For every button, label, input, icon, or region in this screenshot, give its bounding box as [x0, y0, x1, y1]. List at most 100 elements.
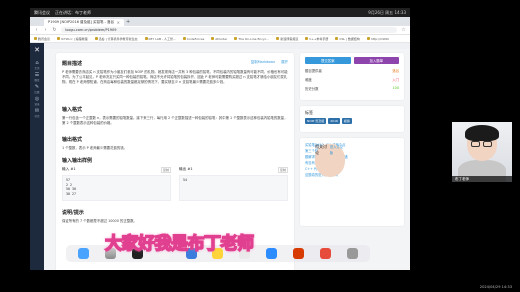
folder-icon — [366, 37, 370, 40]
discussion-title: 相关讨论 — [315, 144, 327, 155]
sidebar-item[interactable]: ☰ 题库 — [30, 72, 44, 84]
output-text: 1 个整数，表示 P 老师最少需要花费的钱。 — [62, 146, 128, 150]
bookmark-label: 洛谷 | 计算机科学教育新生态 — [98, 36, 138, 41]
bookmark-item[interactable]: KEY LAB - 人工智... — [144, 36, 176, 41]
sample-input: 输入 #1 复制 57 2 2 50 30 30 27 — [62, 167, 171, 201]
browser-tab-strip: P1909 [NOIP2016 普及组] 买铅笔 - 洛谷 × + — [30, 17, 410, 26]
luogu-sidebar: ✕ ⌂ 主页 ☰ 题库 ✎ 比赛 ◎ 记录 ✉ 讨论 — [30, 43, 44, 270]
desc-text: P 老师需要去商店买 n 支铅笔作为小朋友们参加 NOIP 的礼物。她发现商店一… — [62, 70, 288, 84]
bookmark-label: http://CSDN — [370, 36, 389, 41]
folder-icon — [182, 37, 186, 40]
bookmark-item[interactable]: The On-Line Encyc... — [234, 37, 269, 41]
webcam-name: 布丁老师 — [452, 176, 512, 183]
webcam-feed — [452, 122, 512, 182]
folder-icon — [305, 37, 309, 40]
tag-badge[interactable]: 2016 — [328, 118, 340, 124]
bookmark-item[interactable]: CSL | 数据结构 — [335, 37, 360, 41]
sidebar-item-label: 比赛 — [34, 91, 40, 94]
bookmark-item[interactable]: C++参考手册 — [305, 37, 328, 41]
tag-badge[interactable]: NOIP 普及组 — [305, 118, 327, 124]
sidebar-item[interactable]: ⌂ 主页 — [30, 60, 44, 72]
submit-button[interactable]: 提交答案 — [305, 57, 351, 64]
url-field[interactable]: luogu.com.cn/problem/P1909 — [61, 27, 397, 33]
meeting-speaker: 正在讲话：布丁老师 — [55, 9, 91, 15]
bookmark-label: CodeForces — [186, 36, 205, 41]
meeting-icon[interactable] — [266, 248, 278, 259]
sidebar-item-label: 题库 — [34, 79, 40, 82]
folder-icon — [211, 37, 215, 40]
bookmark-item[interactable]: ICTW.cc | 编程教程 — [57, 37, 88, 41]
tags-card: 标签 NOIP 普及组 2016 模拟 — [300, 106, 404, 132]
sidebar-item[interactable]: ✎ 比赛 — [30, 84, 44, 96]
sample-output-label: 输出 #1 — [179, 167, 193, 171]
meeting-clock: 9月26日 周五 14:33 — [368, 9, 406, 15]
folder-icon — [144, 37, 148, 40]
hint-title: 说明/提示 — [62, 210, 84, 216]
star-icon[interactable]: ☆ — [401, 27, 406, 33]
uploader-value[interactable]: 洛谷 — [392, 68, 399, 73]
address-bar-row: ‹ › ↻ luogu.com.cn/problem/P1909 ☆ — [30, 26, 410, 35]
uploader-label: 题目提供者 — [305, 69, 322, 73]
samples-title: 输入输出样例 — [62, 158, 93, 164]
tag-badge[interactable]: 模拟 — [341, 118, 352, 124]
new-tab-icon[interactable]: + — [126, 19, 130, 26]
tab-title: P1909 [NOIP2016 普及组] 买铅笔 - 洛谷 — [48, 20, 114, 24]
sidebar-item[interactable]: ◎ 记录 — [30, 96, 44, 108]
history-score: 100 — [392, 86, 399, 90]
luogu-logo-icon[interactable]: ✕ — [33, 46, 41, 54]
folder-icon — [94, 37, 98, 40]
bookmark-label: C++参考手册 — [309, 36, 329, 41]
output-title: 输出格式 — [62, 137, 83, 143]
tags-title: 标签 — [305, 110, 313, 115]
bookmark-item[interactable]: 新浪博客频道 — [276, 37, 298, 41]
bookmark-label: 新浪博客频道 — [280, 36, 299, 41]
bookmarks-bar: 腾讯会议 ICTW.cc | 编程教程 洛谷 | 计算机科学教育新生态 KEY LAB… — [30, 35, 410, 43]
bookmark-item[interactable]: CodeForces — [182, 36, 205, 41]
sample-input-label: 输入 #1 — [62, 167, 76, 171]
bookmark-label: KEY LAB - 人工智... — [148, 36, 176, 41]
browser-tab[interactable]: P1909 [NOIP2016 普及组] 买铅笔 - 洛谷 × — [44, 19, 124, 26]
difficulty-label: 难度 — [305, 78, 312, 82]
finder-icon[interactable] — [77, 248, 89, 259]
discussion-card: 相关讨论进入讨论版 买铅笔为什么 WA 了两个点第三个样例怎么过题解求助：为什么… — [300, 138, 404, 226]
folder-icon — [276, 37, 280, 40]
folder-icon — [335, 37, 339, 40]
back-icon[interactable]: ‹ — [34, 27, 39, 33]
close-icon[interactable]: × — [117, 20, 120, 25]
copy-output-button[interactable]: 复制 — [277, 167, 288, 173]
sidebar-item[interactable]: ✉ 讨论 — [30, 108, 44, 120]
folder-icon — [57, 37, 61, 40]
bookmark-label: AtCoder — [215, 36, 228, 41]
expand-link[interactable]: 展开 — [281, 59, 288, 64]
powerpoint-icon[interactable] — [293, 248, 305, 259]
bookmark-label: The On-Line Encyc... — [238, 36, 270, 41]
hint-text: 保证所有的 7 个数都是不超过 10000 的正整数。 — [62, 219, 137, 223]
add-to-list-button[interactable]: 加入题单 — [353, 57, 399, 64]
trash-icon[interactable] — [347, 248, 359, 259]
bookmark-label: CSL | 数据结构 — [339, 36, 360, 41]
discussion-more-link[interactable]: 进入讨论版 — [330, 144, 345, 177]
meeting-app-name: 腾讯会议 — [34, 9, 50, 15]
sidebar-item-label: 主页 — [34, 67, 40, 70]
folder-icon — [34, 37, 37, 40]
reload-icon[interactable]: ↻ — [52, 27, 57, 33]
sidebar-item-label: 记录 — [34, 103, 40, 106]
video-frame: 腾讯会议 正在讲话：布丁老师 9月26日 周五 14:33 P1909 [NOI… — [0, 0, 520, 292]
sample-output: 输出 #1 复制 54 — [179, 167, 288, 201]
bookmark-item[interactable]: http://CSDN — [366, 36, 389, 41]
bookmark-item[interactable]: 腾讯会议 — [34, 37, 50, 41]
wps-icon[interactable] — [320, 248, 332, 259]
meeting-top-bar: 腾讯会议 正在讲话：布丁老师 9月26日 周五 14:33 — [30, 8, 410, 17]
sample-input-text: 57 2 2 50 30 30 27 — [62, 175, 171, 201]
copy-input-button[interactable]: 复制 — [160, 167, 171, 173]
bookmark-item[interactable]: 洛谷 | 计算机科学教育新生态 — [94, 36, 138, 41]
forward-icon[interactable]: › — [43, 27, 48, 33]
copy-markdown-link[interactable]: 复制Markdown — [251, 59, 275, 64]
problem-info-card: 提交答案 加入题单 题目提供者 洛谷 难度 入门 历史分数 100 — [300, 53, 404, 100]
sidebar-item-label: 讨论 — [34, 115, 40, 118]
difficulty-value: 入门 — [392, 78, 399, 82]
sample-output-text: 54 — [179, 175, 288, 201]
video-subtitle: 大家好我是布丁老师 — [104, 233, 254, 255]
bookmark-label: ICTW.cc | 编程教程 — [61, 36, 88, 41]
bookmark-item[interactable]: AtCoder — [211, 37, 227, 41]
